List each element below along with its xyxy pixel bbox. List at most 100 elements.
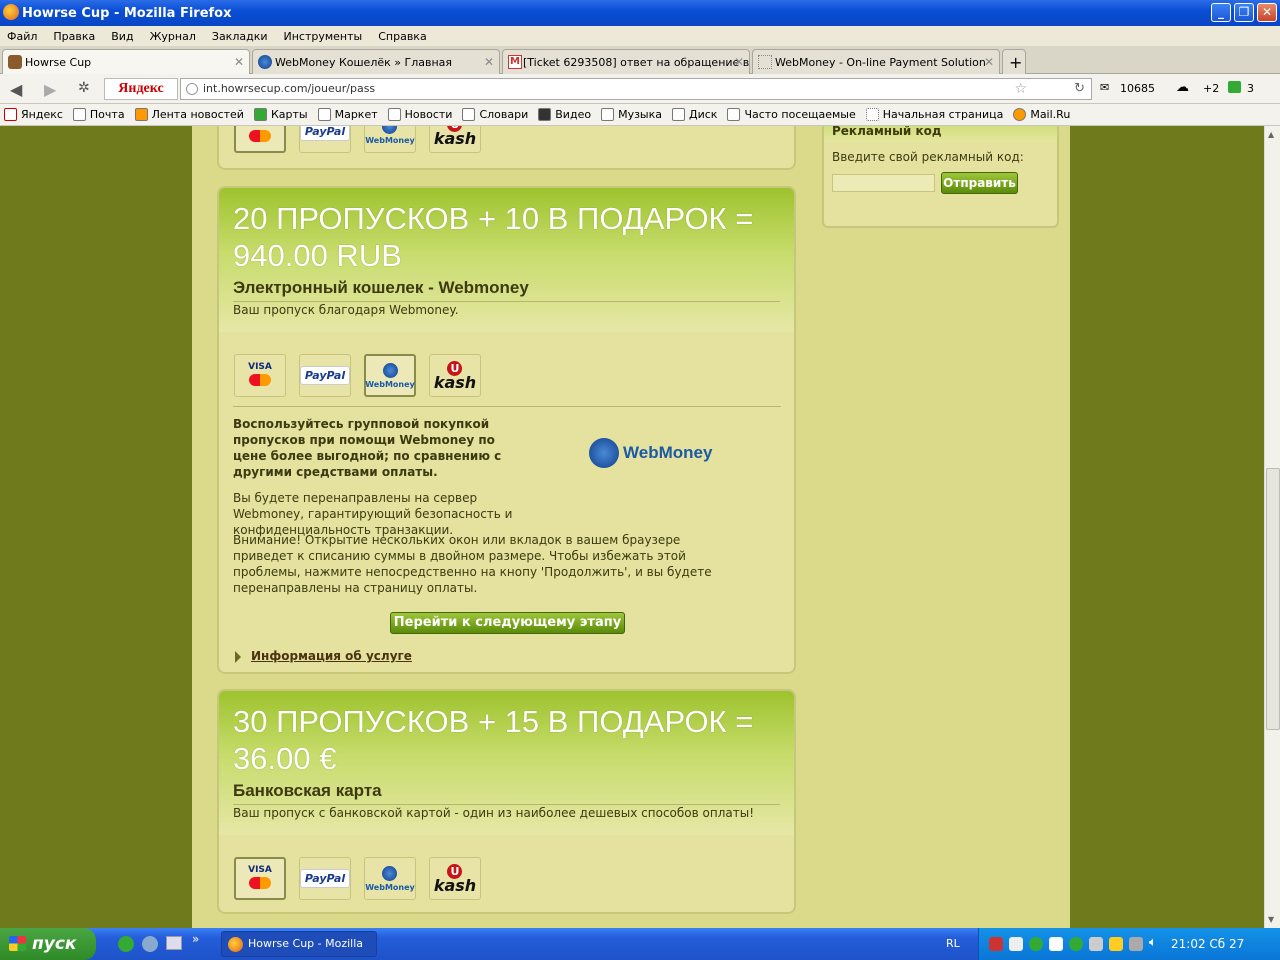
system-tray: 🔈︎ 21:02 Сб 27 bbox=[978, 928, 1280, 960]
url-bar[interactable]: int.howrsecup.com/joueur/pass ↻ ☆ bbox=[180, 78, 1092, 100]
dictionary-icon bbox=[462, 108, 476, 121]
tray-icon[interactable] bbox=[1129, 937, 1143, 951]
tray-icon[interactable] bbox=[989, 937, 1003, 951]
bookmark-news-feed[interactable]: Лента новостей bbox=[134, 108, 244, 121]
ie-icon[interactable] bbox=[142, 936, 158, 952]
weather-icon[interactable]: ☁ bbox=[1176, 80, 1189, 95]
card-payment-button[interactable]: VISA bbox=[234, 857, 286, 900]
window-title: Howrse Cup - Mozilla Firefox bbox=[22, 5, 232, 21]
vertical-scrollbar[interactable]: ▲ ▼ bbox=[1264, 126, 1280, 928]
webmoney-icon bbox=[382, 362, 398, 378]
tab-label: WebMoney Кошелёк » Главная bbox=[275, 55, 452, 69]
bookmark-mail[interactable]: Почта bbox=[72, 108, 125, 121]
ukash-payment-button[interactable]: Ukash bbox=[429, 126, 481, 153]
bookmark-news[interactable]: Новости bbox=[387, 108, 452, 121]
next-step-button[interactable]: Перейти к следующему этапу bbox=[390, 612, 625, 634]
mail-icon[interactable]: ✉ bbox=[1100, 81, 1109, 94]
ukash-payment-button[interactable]: Ukash bbox=[429, 354, 481, 397]
menu-history[interactable]: Журнал bbox=[150, 30, 196, 43]
tab-webmoney-wallet[interactable]: WebMoney Кошелёк » Главная ✕ bbox=[252, 49, 500, 74]
start-button[interactable]: пуск bbox=[0, 928, 96, 960]
close-icon[interactable]: ✕ bbox=[734, 55, 744, 69]
tab-howrse[interactable]: Howrse Cup ✕ bbox=[2, 49, 250, 74]
tab-ticket[interactable]: M [Ticket 6293508] ответ на обращение в.… bbox=[502, 49, 750, 74]
scroll-down-icon[interactable]: ▼ bbox=[1268, 915, 1274, 924]
tray-icon[interactable] bbox=[1009, 937, 1023, 951]
scrollbar-thumb[interactable] bbox=[1266, 468, 1280, 730]
bookmark-mailru[interactable]: Mail.Ru bbox=[1013, 108, 1070, 121]
bookmark-yandex[interactable]: Яндекс bbox=[4, 108, 63, 121]
reload-icon[interactable]: ↻ bbox=[1074, 79, 1085, 99]
bookmark-music[interactable]: Музыка bbox=[601, 108, 662, 121]
yandex-button[interactable]: Яндекс bbox=[104, 78, 178, 100]
bookmark-start-page[interactable]: Начальная страница bbox=[865, 108, 1003, 121]
previous-offer-box: VISA PayPal WebMoney Ukash bbox=[217, 126, 796, 170]
menu-edit[interactable]: Правка bbox=[53, 30, 95, 43]
firefox-icon bbox=[228, 937, 243, 952]
menu-bar: Файл Правка Вид Журнал Закладки Инструме… bbox=[0, 26, 1280, 46]
card-payment-button[interactable]: VISA bbox=[234, 126, 286, 153]
webmoney-icon bbox=[382, 126, 398, 134]
taskbar-firefox-item[interactable]: Howrse Cup - Mozilla ... bbox=[221, 931, 377, 957]
gmail-icon: M bbox=[508, 55, 522, 69]
bookmark-dictionaries[interactable]: Словари bbox=[462, 108, 528, 121]
star-icon[interactable]: ☆ bbox=[1014, 79, 1027, 99]
card-payment-button[interactable]: VISA bbox=[234, 354, 286, 397]
close-icon[interactable]: ✕ bbox=[984, 55, 994, 69]
promo-code-input[interactable] bbox=[832, 174, 935, 192]
tray-icon[interactable] bbox=[1069, 937, 1083, 951]
webmoney-payment-button[interactable]: WebMoney bbox=[364, 354, 416, 397]
back-icon[interactable]: ◀ bbox=[10, 80, 22, 99]
tray-icon[interactable] bbox=[1029, 937, 1043, 951]
webmoney-payment-button[interactable]: WebMoney bbox=[364, 857, 416, 900]
weather-temp[interactable]: +2 bbox=[1203, 82, 1219, 95]
divider bbox=[233, 406, 781, 407]
forward-icon[interactable]: ▶ bbox=[44, 80, 56, 99]
payment-methods: VISA PayPal WebMoney Ukash bbox=[234, 857, 481, 900]
badge-icon[interactable] bbox=[1228, 81, 1241, 93]
paypal-payment-button[interactable]: PayPal bbox=[299, 354, 351, 397]
close-icon[interactable]: ✕ bbox=[484, 55, 494, 69]
volume-icon[interactable]: 🔈︎ bbox=[1149, 935, 1157, 950]
clock[interactable]: 21:02 Сб 27 bbox=[1171, 937, 1244, 951]
webmoney-icon bbox=[382, 865, 398, 881]
sync-icon[interactable]: ✲ bbox=[78, 80, 90, 96]
menu-file[interactable]: Файл bbox=[7, 30, 37, 43]
tab-webmoney-payment[interactable]: WebMoney - On-line Payment Solution ✕ bbox=[752, 49, 1000, 74]
paypal-payment-button[interactable]: PayPal bbox=[299, 126, 351, 153]
menu-tools[interactable]: Инструменты bbox=[284, 30, 363, 43]
menu-help[interactable]: Справка bbox=[378, 30, 426, 43]
page-content: VISA PayPal WebMoney Ukash 20 ПРОПУСКОВ … bbox=[192, 126, 1070, 928]
tab-label: Howrse Cup bbox=[25, 55, 92, 69]
mail-count[interactable]: 10685 bbox=[1120, 82, 1155, 95]
language-indicator[interactable]: RL bbox=[946, 937, 960, 950]
menu-view[interactable]: Вид bbox=[111, 30, 133, 43]
close-button[interactable]: ✕ bbox=[1257, 3, 1277, 22]
minimize-button[interactable]: _ bbox=[1211, 3, 1231, 22]
bookmark-most-visited[interactable]: Часто посещаемые bbox=[727, 108, 856, 121]
promo-submit-button[interactable]: Отправить bbox=[941, 172, 1018, 194]
tray-icon[interactable] bbox=[1109, 937, 1123, 951]
desktop-icon[interactable] bbox=[166, 936, 182, 950]
quicklaunch-more-icon[interactable]: » bbox=[192, 932, 199, 946]
badge-count[interactable]: 3 bbox=[1247, 82, 1254, 95]
maximize-button[interactable]: ❐ bbox=[1234, 3, 1254, 22]
new-tab-button[interactable]: + bbox=[1002, 49, 1026, 74]
music-icon bbox=[601, 108, 615, 121]
scroll-up-icon[interactable]: ▲ bbox=[1268, 130, 1274, 139]
service-info-link[interactable]: Информация об услуге bbox=[251, 649, 412, 663]
tray-icon[interactable] bbox=[1049, 937, 1063, 951]
disk-icon bbox=[672, 108, 685, 121]
bookmark-maps[interactable]: Карты bbox=[253, 108, 308, 121]
utorrent-icon[interactable] bbox=[118, 936, 134, 952]
bookmark-disk[interactable]: Диск bbox=[672, 108, 717, 121]
ukash-payment-button[interactable]: Ukash bbox=[429, 857, 481, 900]
bookmark-video[interactable]: Видео bbox=[538, 108, 591, 121]
close-icon[interactable]: ✕ bbox=[234, 55, 244, 69]
paypal-payment-button[interactable]: PayPal bbox=[299, 857, 351, 900]
tray-icon[interactable] bbox=[1089, 937, 1103, 951]
mastercard-icon bbox=[248, 130, 271, 142]
bookmark-market[interactable]: Маркет bbox=[317, 108, 378, 121]
menu-bookmarks[interactable]: Закладки bbox=[212, 30, 268, 43]
webmoney-payment-button[interactable]: WebMoney bbox=[364, 126, 416, 153]
